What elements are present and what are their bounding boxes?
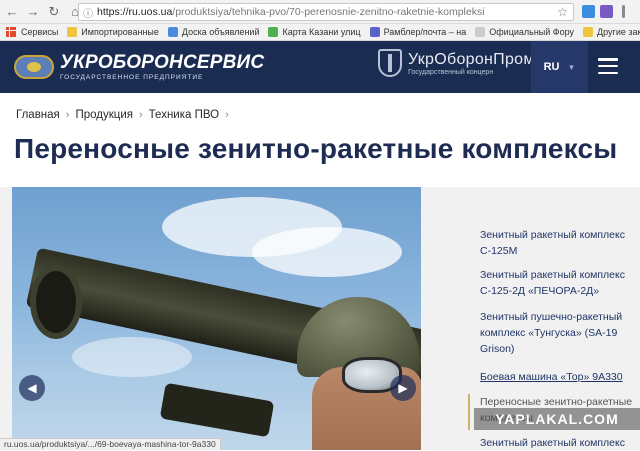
address-bar[interactable]: ⓘ https://ru.uos.ua/produktsiya/tehnika-… <box>78 3 574 21</box>
bookmarks-bar: Сервисы Импортированные Доска объявлений… <box>0 24 640 41</box>
ukroboronprom-logo[interactable]: УкрОборонПром Государственный концерн <box>378 49 535 77</box>
breadcrumb-products[interactable]: Продукция <box>75 109 133 121</box>
extension-icon[interactable] <box>600 5 613 18</box>
breadcrumb-pvo[interactable]: Техника ПВО <box>149 109 219 121</box>
breadcrumb-home[interactable]: Главная <box>16 109 60 121</box>
site-favicon <box>167 27 178 37</box>
folder-icon <box>67 27 78 37</box>
forward-icon[interactable]: → <box>24 3 42 21</box>
shield-icon <box>378 49 402 77</box>
apps-icon[interactable] <box>6 27 16 37</box>
watermark: YAPLAKAL.COM <box>474 408 640 430</box>
bookmark-item[interactable]: Карта Казани улиц <box>268 27 361 37</box>
caret-down-icon: ▼ <box>567 62 576 72</box>
product-photo: ◀ ▶ <box>12 187 421 450</box>
back-icon[interactable]: ← <box>3 3 21 21</box>
language-label: RU <box>543 61 560 73</box>
language-selector[interactable]: RU ▼ <box>531 41 588 93</box>
side-menu-item[interactable]: Зенитный ракетный комплекс С-125-2Д «ПЕЧ… <box>480 267 638 299</box>
chevron-right-icon: › <box>225 109 229 121</box>
menu-dots-icon[interactable] <box>622 5 625 18</box>
chevron-right-icon: › <box>65 109 70 121</box>
page-title: Переносные зенитно-ракетные комплексы <box>14 133 618 164</box>
ukroboronservis-logo[interactable]: УКРОБОРОНСЕРВИС ГОСУДАРСТВЕННОЕ ПРЕДПРИЯ… <box>14 53 264 81</box>
page-info-icon[interactable]: ⓘ <box>83 5 93 20</box>
breadcrumb: Главная › Продукция › Техника ПВО › <box>16 109 235 121</box>
menu-icon[interactable] <box>598 58 618 74</box>
logo-uop-title: УкрОборонПром <box>408 50 535 68</box>
side-menu-item[interactable]: Зенитный ракетный комплекс <box>480 435 638 451</box>
side-menu-item[interactable]: Зенитный ракетный комплекс С-125М <box>480 227 638 259</box>
slider-prev-button[interactable]: ◀ <box>19 375 45 401</box>
site-favicon <box>268 27 279 37</box>
logo-title: УКРОБОРОНСЕРВИС <box>60 52 265 73</box>
chevron-right-icon: › <box>139 109 143 121</box>
logo-subtitle: ГОСУДАРСТВЕННОЕ ПРЕДПРИЯТИЕ <box>60 74 204 81</box>
emblem-icon <box>14 55 54 79</box>
bookmark-item[interactable]: Рамблер/почта – на <box>369 27 466 37</box>
active-indicator <box>468 394 470 430</box>
bookmark-star-icon[interactable]: ☆ <box>557 5 568 19</box>
bookmark-item[interactable]: Сервисы <box>21 27 58 37</box>
bookmark-item[interactable]: Доска объявлений <box>167 27 259 37</box>
page-icon <box>475 27 486 37</box>
status-bar-url: ru.uos.ua/produktsiya/.../69-boevaya-mas… <box>0 438 221 450</box>
folder-icon <box>583 27 594 37</box>
site-favicon <box>369 27 380 37</box>
logo-uop-subtitle: Государственный концерн <box>408 68 494 76</box>
extension-icon[interactable] <box>582 5 595 18</box>
slider-next-button[interactable]: ▶ <box>390 375 416 401</box>
side-menu-item[interactable]: Зенитный пушечно-ракетный комплекс «Тунг… <box>480 309 638 357</box>
browser-toolbar: ← → ↻ ⌂ ⓘ https://ru.uos.ua/produktsiya/… <box>0 0 640 24</box>
bookmark-item[interactable]: Официальный Фору <box>475 27 574 37</box>
bookmark-item[interactable]: Импортированные <box>67 27 159 37</box>
url-path: /produktsiya/tehnika-pvo/70-perenosnie-z… <box>172 6 485 18</box>
side-menu-item[interactable]: Боевая машина «Тор» 9А330 <box>480 369 638 385</box>
bookmark-item-other[interactable]: Другие заклад <box>583 27 640 37</box>
reload-icon[interactable]: ↻ <box>45 3 63 21</box>
url-host: https://ru.uos.ua <box>97 6 173 18</box>
